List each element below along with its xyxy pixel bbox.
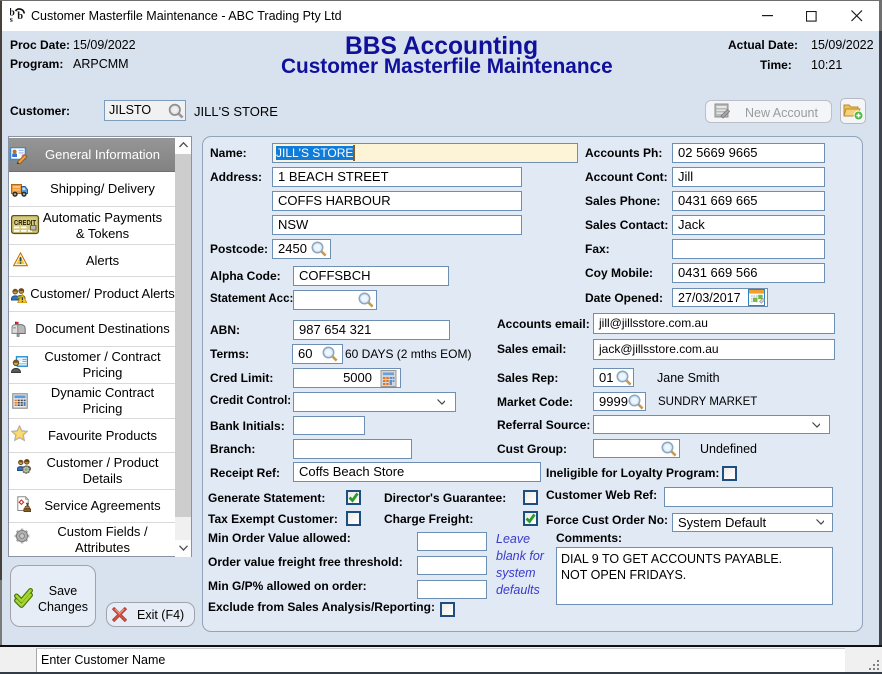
svg-text:b: b xyxy=(17,11,23,22)
